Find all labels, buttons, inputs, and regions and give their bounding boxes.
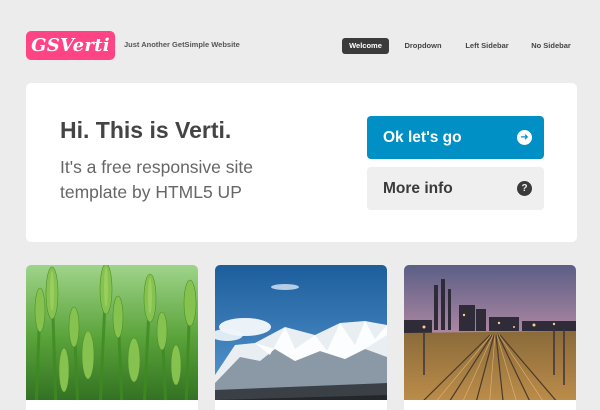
- banner: Hi. This is Verti. It's a free responsiv…: [26, 83, 577, 242]
- nav-item-dropdown[interactable]: Dropdown: [398, 38, 448, 54]
- banner-title: Hi. This is Verti.: [60, 117, 232, 143]
- feature-image-wheat[interactable]: [26, 265, 198, 410]
- nav-item-left-sidebar[interactable]: Left Sidebar: [458, 38, 516, 54]
- nav-item-no-sidebar[interactable]: No Sidebar: [525, 38, 577, 54]
- wheat-field-image: [26, 265, 198, 410]
- railway-image: [404, 265, 576, 410]
- banner-subtitle: It's a free responsive site template by …: [60, 157, 254, 202]
- more-info-label: More info: [383, 180, 453, 197]
- tile-caption: [404, 400, 576, 410]
- tile-caption: [26, 400, 198, 410]
- tile-caption: [215, 400, 387, 410]
- arrow-right-circle-icon: ➜: [517, 130, 532, 145]
- ok-lets-go-label: Ok let's go: [383, 129, 462, 146]
- mountains-image: [215, 265, 387, 410]
- ok-lets-go-button[interactable]: Ok let's go ➜: [367, 116, 544, 159]
- site-header: GSVerti Just Another GetSimple Website W…: [0, 0, 600, 80]
- nav-item-welcome[interactable]: Welcome: [342, 38, 389, 54]
- question-circle-icon: ?: [517, 181, 532, 196]
- feature-image-railway[interactable]: [404, 265, 576, 410]
- more-info-button[interactable]: More info ?: [367, 167, 544, 210]
- feature-image-mountains[interactable]: [215, 265, 387, 410]
- main-nav: Welcome Dropdown Left Sidebar No Sidebar: [0, 38, 600, 54]
